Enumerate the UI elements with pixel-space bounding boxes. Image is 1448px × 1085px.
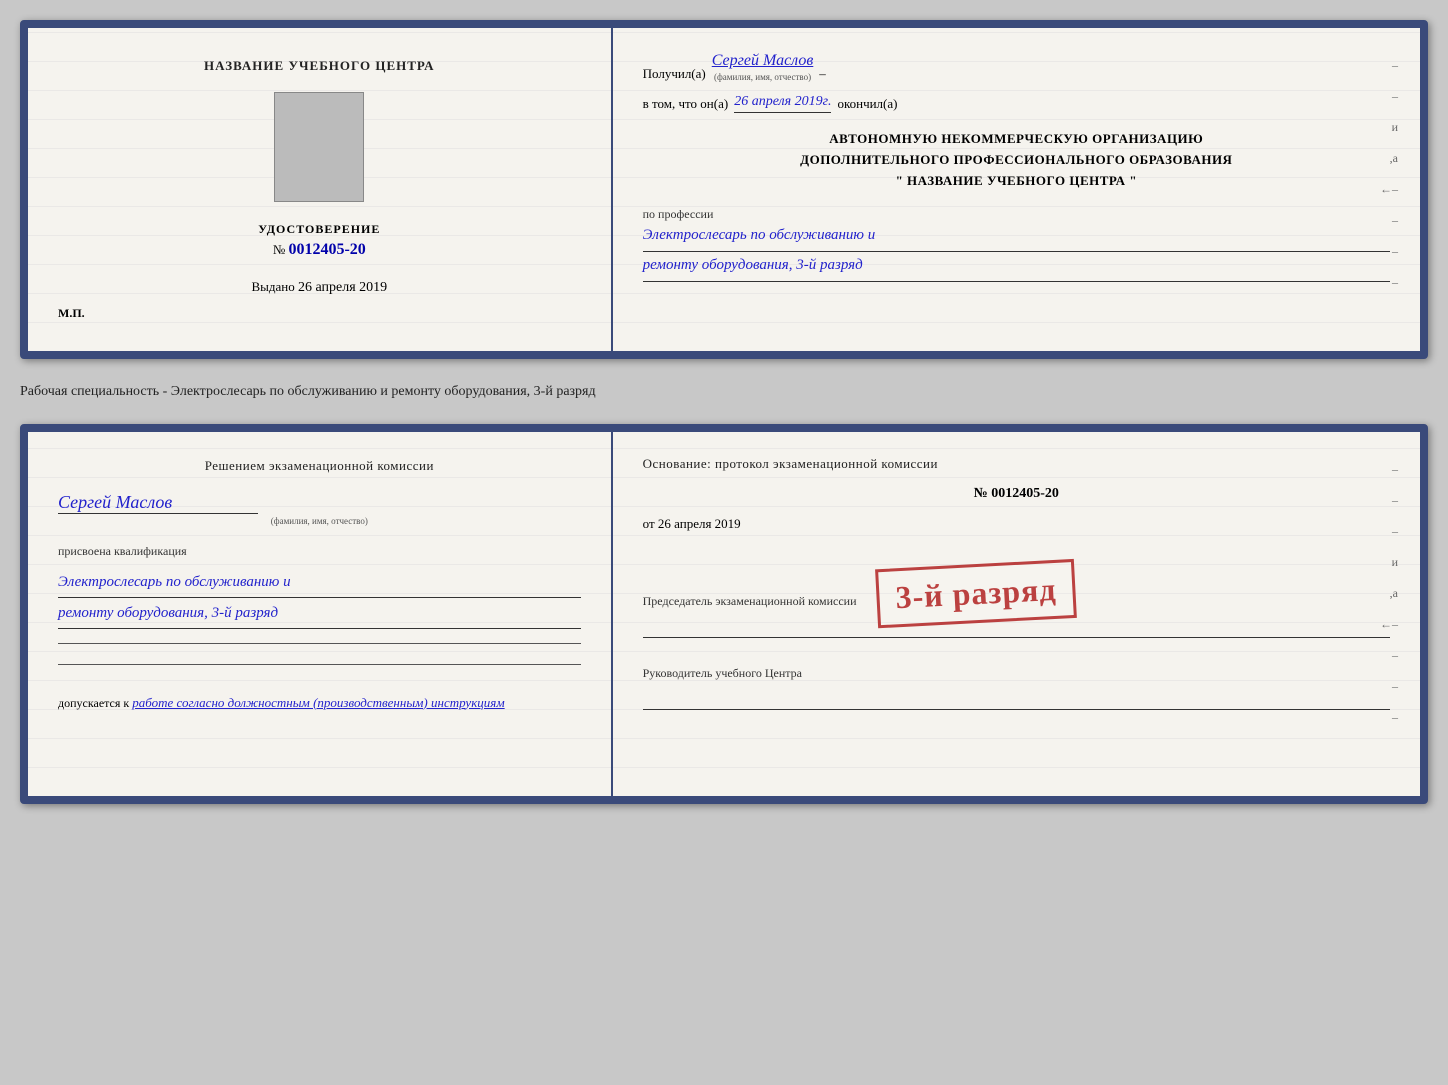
page-wrapper: НАЗВАНИЕ УЧЕБНОГО ЦЕНТРА УДОСТОВЕРЕНИЕ №… bbox=[20, 20, 1428, 804]
cert2-head-block: Руководитель учебного Центра bbox=[643, 664, 1390, 710]
cert1-number-value: 0012405-20 bbox=[288, 241, 365, 258]
cert2-name-sub: (фамилия, имя, отчество) bbox=[58, 516, 581, 526]
cert1-recipient-sub: (фамилия, имя, отчество) bbox=[712, 72, 814, 82]
cert2-stamp: 3-й разряд bbox=[875, 559, 1077, 628]
cert1-profession-block: по профессии Электрослесарь по обслужива… bbox=[643, 207, 1390, 282]
cert2-number-prefix: № bbox=[974, 486, 988, 501]
cert1-org-text: АВТОНОМНУЮ НЕКОММЕРЧЕСКУЮ ОРГАНИЗАЦИЮ ДО… bbox=[643, 129, 1390, 191]
cert1-name-block: Сергей Маслов (фамилия, имя, отчество) bbox=[712, 52, 814, 82]
cert2-protocol-number: № 0012405-20 bbox=[643, 486, 1390, 502]
cert1-org-line1: АВТОНОМНУЮ НЕКОММЕРЧЕСКУЮ ОРГАНИЗАЦИЮ bbox=[643, 129, 1390, 150]
certificate-card-2: Решением экзаменационной комиссии Сергей… bbox=[20, 424, 1428, 804]
cert2-date-prefix: от bbox=[643, 516, 655, 531]
cert1-mp-label: М.П. bbox=[58, 306, 85, 321]
cert2-qualification-block: Электрослесарь по обслуживанию и ремонту… bbox=[58, 567, 581, 629]
cert1-number-block: УДОСТОВЕРЕНИЕ № 0012405-20 bbox=[258, 222, 380, 259]
cert2-qualification-line2: ремонту оборудования, 3-й разряд bbox=[58, 598, 581, 629]
cert1-right-panel: Получил(а) Сергей Маслов (фамилия, имя, … bbox=[613, 28, 1420, 351]
cert2-basis-text: Основание: протокол экзаменационной коми… bbox=[643, 456, 1390, 472]
cert1-date-line: в том, что он(а) 26 апреля 2019г. окончи… bbox=[643, 94, 1390, 113]
cert2-stamp-text: 3-й разряд bbox=[895, 571, 1058, 615]
cert1-left-title: НАЗВАНИЕ УЧЕБНОГО ЦЕНТРА bbox=[204, 58, 435, 74]
cert2-name-block: Сергей Маслов (фамилия, имя, отчество) bbox=[58, 492, 581, 526]
certificate-card-1: НАЗВАНИЕ УЧЕБНОГО ЦЕНТРА УДОСТОВЕРЕНИЕ №… bbox=[20, 20, 1428, 359]
cert1-doc-type: УДОСТОВЕРЕНИЕ bbox=[258, 222, 380, 237]
cert1-left-panel: НАЗВАНИЕ УЧЕБНОГО ЦЕНТРА УДОСТОВЕРЕНИЕ №… bbox=[28, 28, 613, 351]
cert2-side-dashes: – – – и ,а ←– – – – bbox=[1380, 462, 1398, 766]
between-text: Рабочая специальность - Электрослесарь п… bbox=[20, 375, 1428, 408]
cert2-protocol-date: от 26 апреля 2019 bbox=[643, 516, 1390, 532]
cert2-head-signature-line bbox=[643, 686, 1390, 710]
cert2-separator-line bbox=[58, 643, 581, 644]
cert1-issued-label: Выдано bbox=[251, 279, 294, 294]
cert1-number-line: № 0012405-20 bbox=[258, 241, 380, 259]
cert1-number-prefix: № bbox=[273, 242, 285, 257]
cert2-assigned-label: присвоена квалификация bbox=[58, 544, 581, 559]
cert1-org-line2: ДОПОЛНИТЕЛЬНОГО ПРОФЕССИОНАЛЬНОГО ОБРАЗО… bbox=[643, 150, 1390, 171]
cert1-issued-line: Выдано 26 апреля 2019 bbox=[251, 279, 387, 296]
cert2-qualification-line1: Электрослесарь по обслуживанию и bbox=[58, 567, 581, 598]
cert2-admitted-prefix: допускается к bbox=[58, 696, 129, 710]
cert2-number-value: 0012405-20 bbox=[991, 486, 1059, 501]
cert1-profession-label: по профессии bbox=[643, 207, 1390, 222]
cert1-date-preamble: в том, что он(а) bbox=[643, 96, 729, 112]
cert1-org-line3: " НАЗВАНИЕ УЧЕБНОГО ЦЕНТРА " bbox=[643, 171, 1390, 192]
cert2-commission-title: Решением экзаменационной комиссии bbox=[58, 456, 581, 476]
cert1-profession-line1: Электрослесарь по обслуживанию и bbox=[643, 222, 1390, 252]
cert2-left-panel: Решением экзаменационной комиссии Сергей… bbox=[28, 432, 613, 796]
cert1-date-value: 26 апреля 2019г. bbox=[734, 94, 831, 113]
cert1-profession-line2: ремонту оборудования, 3-й разряд bbox=[643, 252, 1390, 282]
cert1-recipient-name: Сергей Маслов bbox=[712, 52, 814, 69]
cert2-head-label: Руководитель учебного Центра bbox=[643, 664, 1390, 682]
cert1-issued-date: 26 апреля 2019 bbox=[298, 280, 387, 295]
cert2-right-panel: Основание: протокол экзаменационной коми… bbox=[613, 432, 1420, 796]
cert1-finished-label: окончил(а) bbox=[837, 96, 897, 112]
cert1-dash: – bbox=[819, 66, 826, 82]
photo-placeholder bbox=[274, 92, 364, 202]
cert2-name: Сергей Маслов bbox=[58, 492, 258, 514]
cert1-side-dashes: – – и ,а ←– – – – bbox=[1380, 58, 1398, 321]
cert2-date-value: 26 апреля 2019 bbox=[658, 516, 741, 531]
cert1-recipient-line: Получил(а) Сергей Маслов (фамилия, имя, … bbox=[643, 52, 1390, 82]
cert1-received-label: Получил(а) bbox=[643, 66, 706, 82]
cert2-admitted-text: работе согласно должностным (производств… bbox=[132, 695, 504, 710]
cert2-separator-line2 bbox=[58, 664, 581, 665]
cert2-admitted-section: допускается к работе согласно должностны… bbox=[58, 695, 581, 711]
